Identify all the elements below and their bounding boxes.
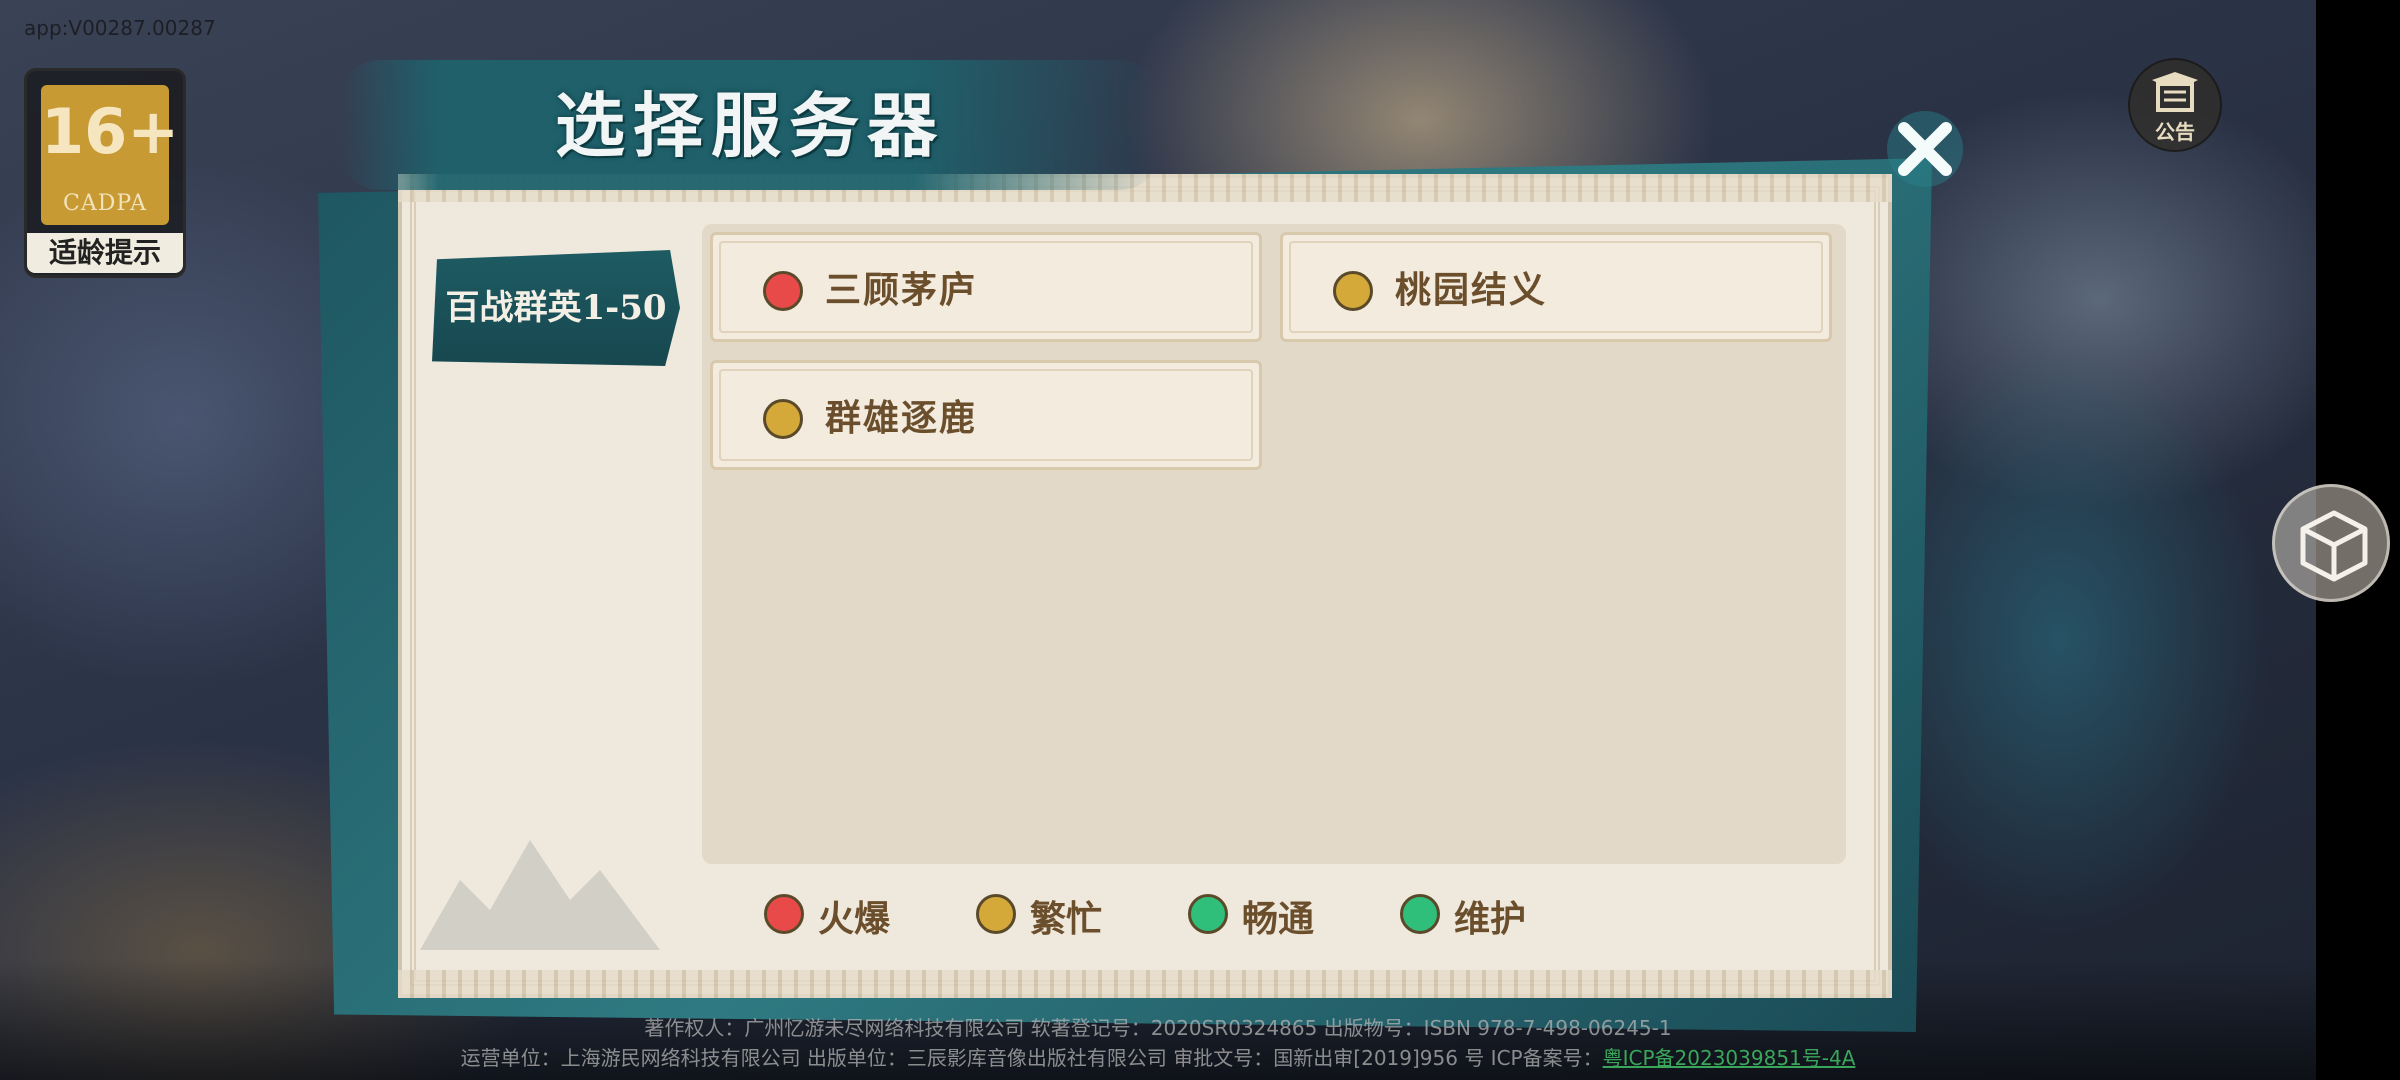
status-dot-busy <box>763 399 803 439</box>
dialog-bottom-border <box>398 970 1892 998</box>
status-dot-hot <box>763 271 803 311</box>
server-button-qunxiongzhulu[interactable]: 群雄逐鹿 <box>710 360 1262 470</box>
tab-baizhan-qunying[interactable]: 百战群英1-50 <box>432 250 680 366</box>
notice-icon <box>2152 72 2198 112</box>
notice-button[interactable]: 公告 <box>2128 58 2222 152</box>
status-dot-busy <box>1333 271 1373 311</box>
close-button[interactable] <box>1880 104 1970 194</box>
close-icon <box>1887 111 1963 187</box>
legend-label: 繁忙 <box>1030 898 1103 940</box>
legend-dot-hot <box>764 894 804 934</box>
legend-label: 维护 <box>1454 898 1527 940</box>
age-rating-plate: 16+ CADPA <box>41 85 180 225</box>
server-name: 桃园结义 <box>1395 269 1548 311</box>
mountain-decoration <box>420 840 660 950</box>
legend-label: 畅通 <box>1242 898 1315 940</box>
legend-label: 火爆 <box>818 898 891 940</box>
age-rating-label: 适龄提示 <box>27 233 183 273</box>
footer-operator: 运营单位：上海游民网络科技有限公司 出版单位：三辰影库音像出版社有限公司 审批文… <box>0 1042 2316 1071</box>
footer-operator-text: 运营单位：上海游民网络科技有限公司 出版单位：三辰影库音像出版社有限公司 审批文… <box>460 1046 1603 1070</box>
age-rating-badge[interactable]: 16+ CADPA 适龄提示 <box>24 68 186 278</box>
footer-copyright: 著作权人：广州忆游未尽网络科技有限公司 软著登记号：2020SR0324865 … <box>644 1016 1672 1040</box>
icp-link[interactable]: 粤ICP备2023039851号-4A <box>1603 1046 1856 1070</box>
notice-label: 公告 <box>2155 120 2195 144</box>
server-name: 群雄逐鹿 <box>825 397 978 439</box>
server-button-sangumaolu[interactable]: 三顾茅庐 <box>710 232 1262 342</box>
age-rating-number: 16+ <box>41 95 180 168</box>
side-cube-button[interactable] <box>2272 484 2390 602</box>
legend-dot-maintenance <box>1400 894 1440 934</box>
dialog-title: 选择服务器 <box>555 84 945 167</box>
legend-dot-smooth <box>1188 894 1228 934</box>
cube-icon <box>2300 510 2368 582</box>
server-button-taoyuanjieyi[interactable]: 桃园结义 <box>1280 232 1832 342</box>
server-name: 三顾茅庐 <box>825 269 978 311</box>
legend-dot-busy <box>976 894 1016 934</box>
age-rating-org: CADPA <box>62 191 148 216</box>
version-label: app:V00287.00287 <box>24 16 216 40</box>
